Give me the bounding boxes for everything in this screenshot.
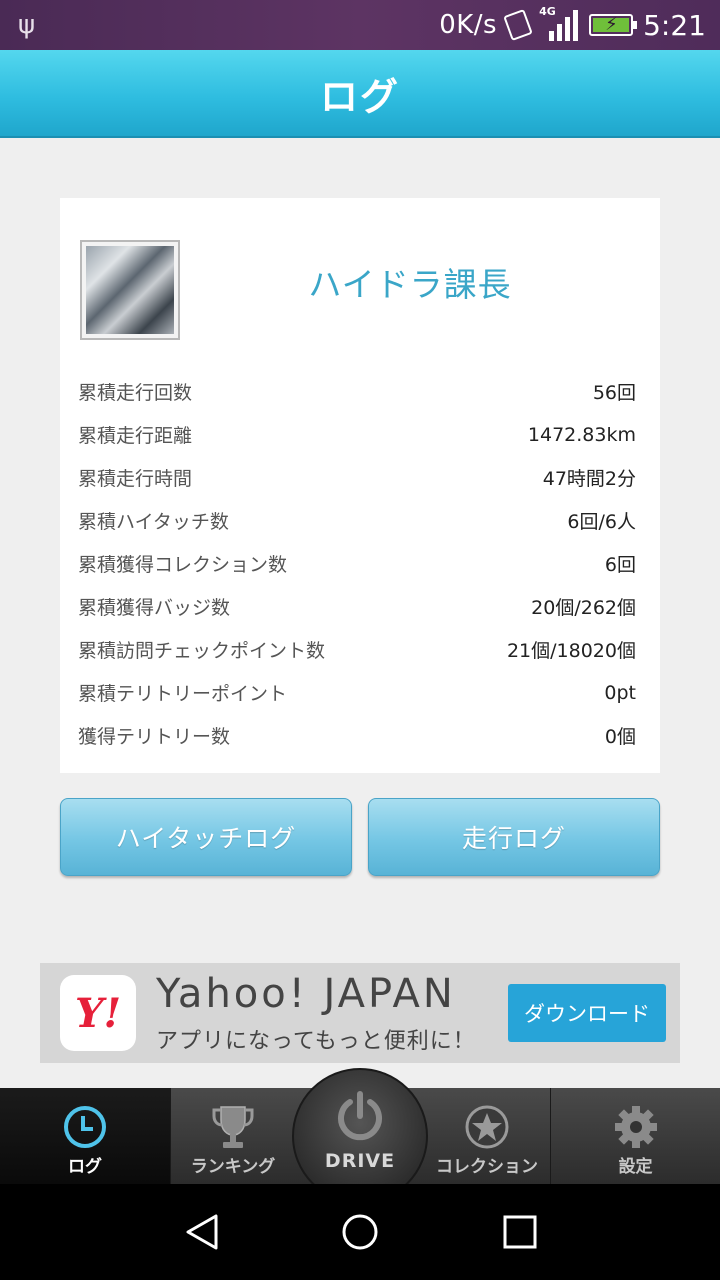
- vibrate-icon: [503, 9, 533, 41]
- tab-label: ランキング: [190, 1157, 276, 1177]
- stat-value: 56回: [592, 382, 636, 404]
- yahoo-logo-icon: Y!: [60, 975, 136, 1051]
- clock: 5:21: [643, 8, 706, 42]
- user-name: ハイドラ課長: [308, 265, 512, 304]
- ad-subtitle: アプリになってもっと便利に！: [156, 1029, 476, 1054]
- stat-value: 0個: [604, 726, 636, 748]
- avatar-image: [86, 246, 174, 334]
- tab-ranking[interactable]: ランキング: [170, 1088, 296, 1184]
- power-icon: [338, 1091, 382, 1141]
- stat-label: 累積走行時間: [78, 468, 193, 490]
- avatar[interactable]: [80, 240, 180, 340]
- stat-label: 累積走行回数: [78, 382, 193, 404]
- stat-label: 累積訪問チェックポイント数: [78, 640, 326, 662]
- tab-log[interactable]: ログ: [0, 1088, 170, 1184]
- stat-label: 累積走行距離: [78, 425, 193, 447]
- stat-value: 6回/6人: [567, 511, 636, 533]
- ad-download-button[interactable]: ダウンロード: [508, 984, 666, 1042]
- app-header: ログ: [0, 50, 720, 138]
- tab-label: 設定: [618, 1157, 653, 1177]
- tab-settings[interactable]: 設定: [550, 1088, 720, 1184]
- stat-row: 累積獲得コレクション数 6回: [78, 542, 636, 585]
- ad-title: Yahoo! JAPAN: [156, 971, 456, 1017]
- stat-row: 累積走行距離 1472.83km: [78, 413, 636, 456]
- network-type: 4G: [539, 5, 556, 18]
- drive-label: DRIVE: [324, 1150, 396, 1172]
- back-icon[interactable]: [178, 1208, 226, 1256]
- stat-value: 20個/262個: [531, 597, 636, 619]
- stats-list: 累積走行回数 56回 累積走行距離 1472.83km 累積走行時間 47時間2…: [78, 370, 636, 757]
- stat-label: 累積テリトリーポイント: [78, 683, 288, 705]
- signal-icon: 4G: [539, 5, 579, 41]
- trophy-icon: [212, 1106, 254, 1148]
- stat-label: 獲得テリトリー数: [78, 726, 231, 748]
- recent-apps-icon[interactable]: [496, 1208, 544, 1256]
- stat-value: 0pt: [604, 681, 636, 704]
- page-title: ログ: [319, 74, 400, 119]
- tab-collection[interactable]: コレクション: [424, 1088, 550, 1184]
- stat-row: 獲得テリトリー数 0個: [78, 714, 636, 757]
- stat-row: 累積走行回数 56回: [78, 370, 636, 413]
- drive-log-button[interactable]: 走行ログ: [368, 798, 660, 876]
- star-badge-icon: [465, 1105, 509, 1149]
- system-nav-bar: [0, 1184, 720, 1280]
- tab-label: ログ: [68, 1157, 102, 1177]
- battery-charging-icon: ⚡: [589, 14, 638, 36]
- ad-banner[interactable]: Y! Yahoo! JAPAN アプリになってもっと便利に！ ダウンロード: [40, 963, 680, 1063]
- stat-row: 累積走行時間 47時間2分: [78, 456, 636, 499]
- tab-label: コレクション: [436, 1157, 538, 1177]
- usb-icon: ψ: [18, 10, 36, 40]
- profile-card: ハイドラ課長 累積走行回数 56回 累積走行距離 1472.83km 累積走行時…: [60, 198, 660, 773]
- stat-row: 累積獲得バッジ数 20個/262個: [78, 585, 636, 628]
- network-speed: 0K/s: [439, 10, 498, 40]
- stat-row: 累積訪問チェックポイント数 21個/18020個: [78, 628, 636, 671]
- stat-value: 6回: [604, 554, 636, 576]
- clock-icon: [64, 1106, 106, 1148]
- status-bar: ψ 0K/s 4G ⚡ 5:21: [0, 0, 720, 50]
- gear-icon: [614, 1106, 657, 1148]
- stat-label: 累積獲得コレクション数: [78, 554, 288, 576]
- stat-value: 21個/18020個: [506, 640, 636, 662]
- stat-value: 1472.83km: [527, 423, 636, 446]
- stat-label: 累積獲得バッジ数: [78, 597, 231, 619]
- stat-label: 累積ハイタッチ数: [78, 511, 229, 533]
- hightouch-log-button[interactable]: ハイタッチログ: [60, 798, 352, 876]
- stat-row: 累積テリトリーポイント 0pt: [78, 671, 636, 714]
- stat-value: 47時間2分: [542, 468, 636, 490]
- stat-row: 累積ハイタッチ数 6回/6人: [78, 499, 636, 542]
- home-icon[interactable]: [336, 1208, 384, 1256]
